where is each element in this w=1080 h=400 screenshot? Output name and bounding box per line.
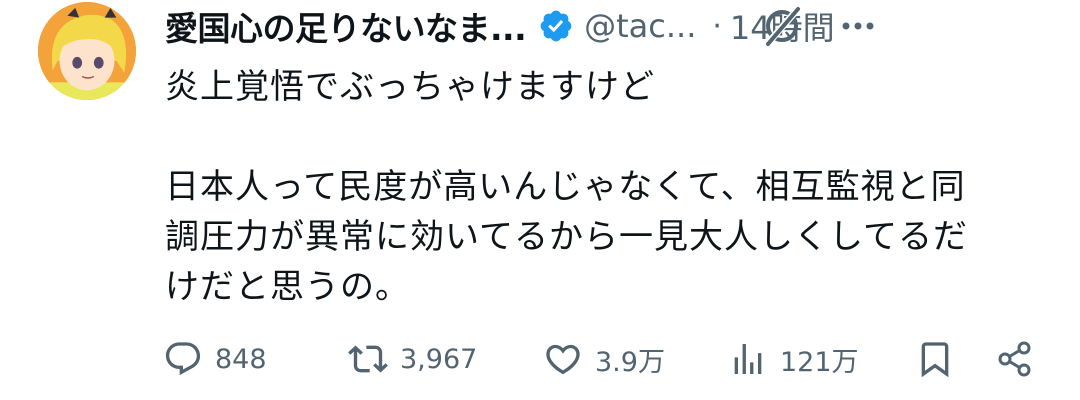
bookmark-icon <box>921 342 949 378</box>
like-button[interactable]: 3.9万 <box>543 336 665 382</box>
avatar[interactable] <box>38 2 136 100</box>
bookmark-button[interactable] <box>915 336 955 382</box>
more-icon[interactable] <box>836 8 880 44</box>
tweet-line: 調圧力が異常に効いてるから一見大人しくしてるだ <box>165 217 968 257</box>
repost-count: 3,967 <box>400 343 478 375</box>
tweet-line: けだと思うの。 <box>165 267 410 307</box>
user-handle[interactable]: @tac... <box>584 7 696 45</box>
reply-icon <box>165 342 201 376</box>
views-icon <box>734 344 762 374</box>
avatar-image <box>38 2 136 100</box>
display-name[interactable]: 愛国心の足りないなま... <box>165 2 527 50</box>
verified-badge-icon <box>540 10 572 42</box>
tweet-header: 愛国心の足りないなま... @tac... · 14時間 <box>165 0 1050 52</box>
like-count: 3.9万 <box>595 346 665 378</box>
views-count: 121万 <box>780 346 859 378</box>
grok-icon[interactable] <box>760 4 804 48</box>
repost-button[interactable]: 3,967 <box>348 336 477 382</box>
tweet-line: 日本人って民度が高いんじゃなくて、相互監視と同 <box>165 167 966 207</box>
like-icon <box>546 344 580 375</box>
tweet-line: 炎上覚悟でぶっちゃけますけど <box>165 67 655 107</box>
reply-button[interactable]: 848 <box>163 336 267 382</box>
share-button[interactable] <box>995 336 1035 382</box>
reply-count: 848 <box>215 343 267 375</box>
views-button[interactable]: 121万 <box>728 336 859 382</box>
separator-dot: · <box>712 8 722 44</box>
tweet-text: 炎上覚悟でぶっちゃけますけど 日本人って民度が高いんじゃなくて、相互監視と同 調… <box>165 62 1045 312</box>
repost-icon <box>348 345 388 373</box>
tweet-actions: 848 3,967 3.9万 121万 <box>0 336 1080 382</box>
share-icon <box>998 341 1031 377</box>
